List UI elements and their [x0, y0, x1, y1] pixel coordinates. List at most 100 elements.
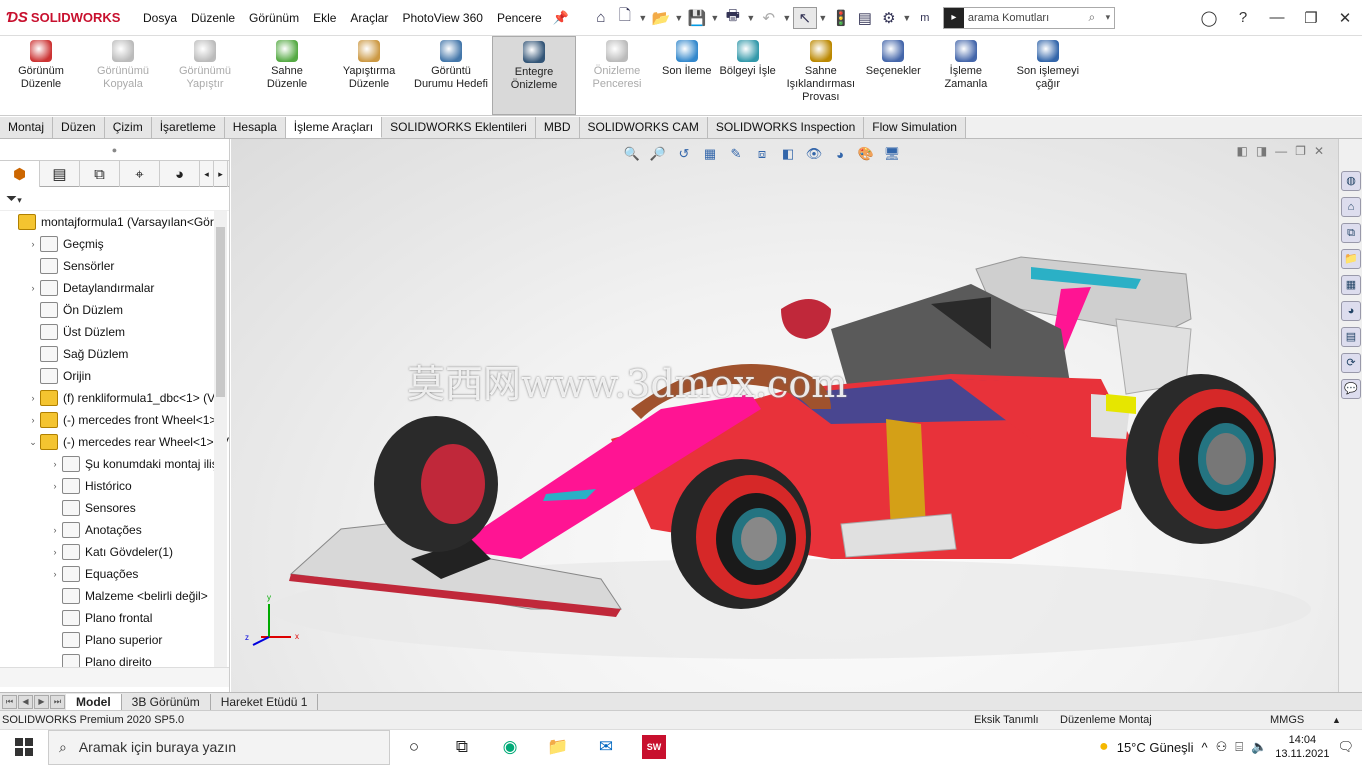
menu-item-1[interactable]: Düzenle	[184, 11, 242, 25]
expand-icon[interactable]: ›	[26, 283, 40, 293]
tree-scrollbar[interactable]	[214, 211, 227, 667]
expand-icon[interactable]: ›	[26, 393, 40, 403]
search-icon[interactable]: ⌕	[1082, 10, 1102, 25]
bottom-tab-0[interactable]: Model	[66, 693, 122, 710]
menu-item-2[interactable]: Görünüm	[242, 11, 306, 25]
file-explorer-icon[interactable]: 📁	[1341, 249, 1361, 269]
panel-grip[interactable]: ●	[0, 139, 229, 161]
tree-item[interactable]: Plano superior	[0, 629, 229, 651]
new-document-icon[interactable]: 🗋	[613, 7, 637, 29]
home-icon[interactable]: ⌂	[589, 7, 613, 29]
custom-properties-icon[interactable]: ▤	[1341, 327, 1361, 347]
tree-item[interactable]: Ön Düzlem	[0, 299, 229, 321]
tab-6[interactable]: SOLIDWORKS Eklentileri	[382, 117, 536, 138]
chevron-down-icon[interactable]: ▼	[745, 7, 757, 29]
mail-icon[interactable]: ✉	[582, 730, 630, 765]
chevron-down-icon[interactable]: ▼	[817, 7, 829, 29]
clock[interactable]: 14:04 13.11.2021	[1275, 733, 1329, 761]
ribbon-button-12[interactable]: İşleme Zamanla	[925, 36, 1007, 115]
tree-item[interactable]: › Anotações	[0, 519, 229, 541]
feature-tree-icon[interactable]: ⬢	[0, 161, 40, 187]
expand-icon[interactable]: ›	[48, 481, 62, 491]
horizontal-scrollbar[interactable]	[0, 667, 229, 687]
ribbon-button-9[interactable]: Bölgeyi İşle	[716, 36, 780, 115]
tree-item[interactable]: › Katı Gövdeler(1)	[0, 541, 229, 563]
tree-item[interactable]: › (f) renkliformula1_dbc<1> (Var	[0, 387, 229, 409]
ribbon-button-6[interactable]: Entegre Önizleme	[492, 36, 576, 115]
first-tab-icon[interactable]: ⏮	[2, 694, 17, 709]
print-icon[interactable]: 🖶	[721, 7, 745, 29]
expand-icon[interactable]: ⌄	[26, 437, 40, 448]
home-icon[interactable]: ⌂	[1341, 197, 1361, 217]
tab-9[interactable]: SOLIDWORKS Inspection	[707, 117, 865, 138]
network-icon[interactable]: ⌸	[1235, 739, 1243, 755]
ribbon-button-11[interactable]: Seçenekler	[862, 36, 925, 115]
menu-item-4[interactable]: Araçlar	[343, 11, 395, 25]
expand-icon[interactable]: ›	[48, 547, 62, 557]
tree-item[interactable]: Sağ Düzlem	[0, 343, 229, 365]
tab-1[interactable]: Düzen	[53, 117, 105, 138]
chevron-up-icon[interactable]: ^	[1201, 740, 1207, 755]
chevron-up-icon[interactable]: ▲	[1332, 715, 1360, 725]
next-tab-icon[interactable]: ▶	[34, 694, 49, 709]
tree-item[interactable]: › (-) mercedes front Wheel<1> (	[0, 409, 229, 431]
tab-2[interactable]: Çizim	[104, 117, 152, 138]
weather-text[interactable]: 15°C Güneşli	[1117, 740, 1194, 755]
search-scope-icon[interactable]: ▸	[943, 7, 964, 28]
expand-icon[interactable]: ›	[26, 239, 40, 249]
design-library-icon[interactable]: ⧉	[1341, 223, 1361, 243]
unit-system[interactable]: MMGS	[1270, 714, 1332, 726]
tree-item[interactable]: ⌄ (-) mercedes rear Wheel<1> (V	[0, 431, 229, 453]
view-palette-icon[interactable]: ▦	[1341, 275, 1361, 295]
minimize-icon[interactable]: —	[1260, 9, 1294, 26]
people-icon[interactable]: ⚇	[1216, 739, 1228, 755]
ribbon-button-4[interactable]: Yapıştırma Düzenle	[328, 36, 410, 115]
chevron-right-icon[interactable]: ▸	[214, 161, 228, 187]
task-view-icon[interactable]: ⧉	[438, 730, 486, 765]
ribbon-button-3[interactable]: Sahne Düzenle	[246, 36, 328, 115]
appearances-icon[interactable]: ◕	[1341, 301, 1361, 321]
tab-5[interactable]: İşleme Araçları	[285, 117, 383, 138]
options-gear-icon[interactable]: ⚙	[877, 7, 901, 29]
menu-item-5[interactable]: PhotoView 360	[395, 11, 490, 25]
community-icon[interactable]: 💬	[1341, 379, 1361, 399]
tree-item[interactable]: Plano frontal	[0, 607, 229, 629]
chevron-down-icon[interactable]: ▼	[709, 7, 721, 29]
more-icon[interactable]: m	[913, 7, 937, 29]
expand-icon[interactable]: ›	[26, 415, 40, 425]
close-icon[interactable]: ✕	[1328, 9, 1362, 27]
edit-mode-status[interactable]: Düzenleme Montaj	[1060, 714, 1270, 726]
tree-item[interactable]: Malzeme <belirli değil>	[0, 585, 229, 607]
tab-0[interactable]: Montaj	[0, 117, 54, 138]
chevron-down-icon[interactable]: ▼	[637, 7, 649, 29]
tree-item[interactable]: › Geçmiş	[0, 233, 229, 255]
display-manager-icon[interactable]: ◕	[160, 161, 200, 187]
tab-3[interactable]: İşaretleme	[151, 117, 225, 138]
chevron-left-icon[interactable]: ◂	[200, 161, 214, 187]
restore-icon[interactable]: ❐	[1294, 9, 1328, 27]
solidworks-logo[interactable]: ƊS SOLIDWORKS	[0, 9, 136, 26]
last-tab-icon[interactable]: ⏭	[50, 694, 65, 709]
cortana-icon[interactable]: ○	[390, 730, 438, 765]
tree-item[interactable]: Üst Düzlem	[0, 321, 229, 343]
ribbon-button-13[interactable]: Son işlemeyi çağır	[1007, 36, 1089, 115]
tree-item[interactable]: montajformula1 (Varsayılan<Görü	[0, 211, 229, 233]
f1-car-model[interactable]: x y z	[231, 139, 1338, 692]
tree-item[interactable]: Orijin	[0, 365, 229, 387]
tab-7[interactable]: MBD	[535, 117, 580, 138]
help-icon[interactable]: ?	[1226, 9, 1260, 26]
dimxpert-icon[interactable]: ⌖	[120, 161, 160, 187]
notifications-icon[interactable]: 🗨	[1337, 739, 1354, 755]
volume-icon[interactable]: 🔈	[1251, 739, 1267, 755]
ribbon-button-2[interactable]: Görünümü Yapıştır	[164, 36, 246, 115]
menu-item-0[interactable]: Dosya	[136, 11, 184, 25]
solidworks-forum-icon[interactable]: ⟳	[1341, 353, 1361, 373]
tree-item[interactable]: › Equações	[0, 563, 229, 585]
ribbon-button-8[interactable]: Son İleme	[658, 36, 716, 115]
taskbar-search[interactable]: ⌕ Aramak için buraya yazın	[48, 729, 390, 765]
undo-icon[interactable]: ↶	[757, 7, 781, 29]
chevron-down-icon[interactable]: ▾	[1102, 7, 1114, 29]
tree-item[interactable]: › Detaylandırmalar	[0, 277, 229, 299]
prev-tab-icon[interactable]: ◀	[18, 694, 33, 709]
filter-icon[interactable]: ⏷▾	[0, 187, 229, 211]
